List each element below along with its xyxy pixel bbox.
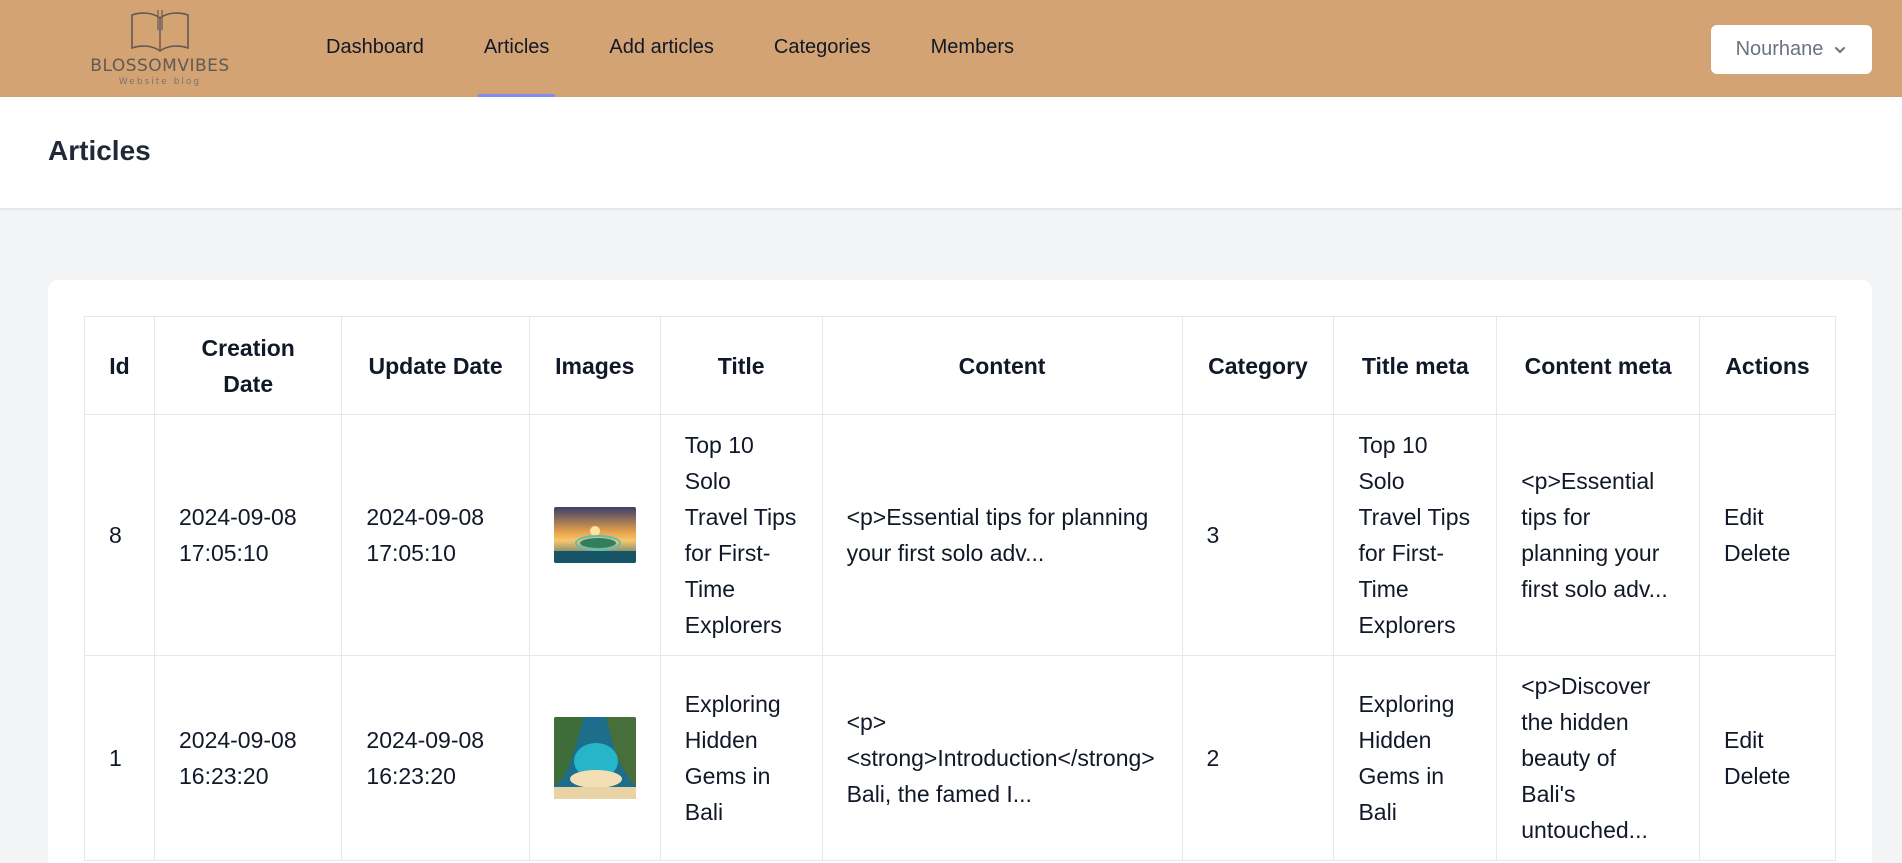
main-nav: Dashboard Articles Add articles Categori… — [320, 0, 1068, 97]
column-header-content-meta: Content meta — [1496, 316, 1700, 415]
nav-dashboard[interactable]: Dashboard — [320, 0, 430, 97]
cell-title: Top 10 Solo Travel Tips for First-Time E… — [659, 414, 823, 656]
delete-link[interactable]: Delete — [1724, 535, 1811, 571]
cell-image — [528, 414, 661, 656]
nav-categories[interactable]: Categories — [768, 0, 877, 97]
brand-logo[interactable]: BLOSSOMVIBES Website blog — [90, 8, 230, 92]
cell-title-meta: Exploring Hidden Gems in Bali — [1333, 655, 1498, 861]
cell-category: 2 — [1181, 655, 1335, 861]
cell-category: 3 — [1181, 414, 1335, 656]
nav-articles[interactable]: Articles — [477, 0, 556, 97]
articles-card: Id Creation Date Update Date Images Titl… — [48, 280, 1872, 863]
cell-id: 8 — [84, 414, 155, 656]
user-name: Nourhane — [1735, 38, 1824, 60]
cell-update-date: 2024-09-08 17:05:10 — [341, 414, 530, 656]
cell-content: <p>Essential tips for planning your firs… — [821, 414, 1183, 656]
table-header-row: Id Creation Date Update Date Images Titl… — [84, 316, 1837, 415]
column-header-category: Category — [1181, 316, 1335, 415]
sunset-island-thumbnail — [553, 507, 636, 563]
cell-update-date: 2024-09-08 16:23:20 — [341, 655, 530, 861]
table-row: 1 2024-09-08 16:23:20 2024-09-08 16:23:2… — [84, 655, 1837, 861]
column-header-images: Images — [528, 316, 661, 415]
column-header-title: Title — [659, 316, 823, 415]
cell-creation-date: 2024-09-08 16:23:20 — [153, 655, 343, 861]
column-header-content: Content — [821, 316, 1183, 415]
delete-link[interactable]: Delete — [1724, 758, 1811, 794]
brand-name: BLOSSOMVIBES — [90, 56, 230, 76]
cell-content-meta: <p>Discover the hidden beauty of Bali's … — [1496, 655, 1700, 861]
top-navbar: BLOSSOMVIBES Website blog Dashboard Arti… — [0, 0, 1902, 97]
column-header-title-meta: Title meta — [1333, 316, 1498, 415]
nav-add-articles[interactable]: Add articles — [603, 0, 720, 97]
column-header-update-date: Update Date — [341, 316, 530, 415]
cell-title: Exploring Hidden Gems in Bali — [659, 655, 823, 861]
cell-actions: Edit Delete — [1698, 414, 1837, 656]
chevron-down-icon — [1835, 46, 1846, 53]
cell-actions: Edit Delete — [1698, 655, 1837, 861]
user-menu-button[interactable]: Nourhane — [1711, 25, 1872, 74]
nav-members[interactable]: Members — [925, 0, 1020, 97]
column-header-creation-date: Creation Date — [153, 316, 343, 415]
cell-content-meta: <p>Essential tips for planning your firs… — [1496, 414, 1700, 656]
table-row: 8 2024-09-08 17:05:10 2024-09-08 17:05:1… — [84, 414, 1837, 656]
cell-image — [528, 655, 661, 861]
cell-title-meta: Top 10 Solo Travel Tips for First-Time E… — [1333, 414, 1498, 656]
open-book-icon — [131, 10, 189, 52]
edit-link[interactable]: Edit — [1724, 499, 1811, 535]
articles-table: Id Creation Date Update Date Images Titl… — [84, 316, 1837, 861]
cell-creation-date: 2024-09-08 17:05:10 — [153, 414, 343, 656]
edit-link[interactable]: Edit — [1724, 722, 1811, 758]
bali-beach-thumbnail — [553, 717, 636, 799]
column-header-actions: Actions — [1698, 316, 1837, 415]
page-header: Articles — [0, 97, 1902, 208]
page-title: Articles — [48, 135, 151, 166]
cell-content: <p><strong>Introduction</strong> Bali, t… — [821, 655, 1183, 861]
column-header-id: Id — [84, 316, 155, 415]
brand-subtitle: Website blog — [118, 77, 202, 87]
cell-id: 1 — [84, 655, 155, 861]
